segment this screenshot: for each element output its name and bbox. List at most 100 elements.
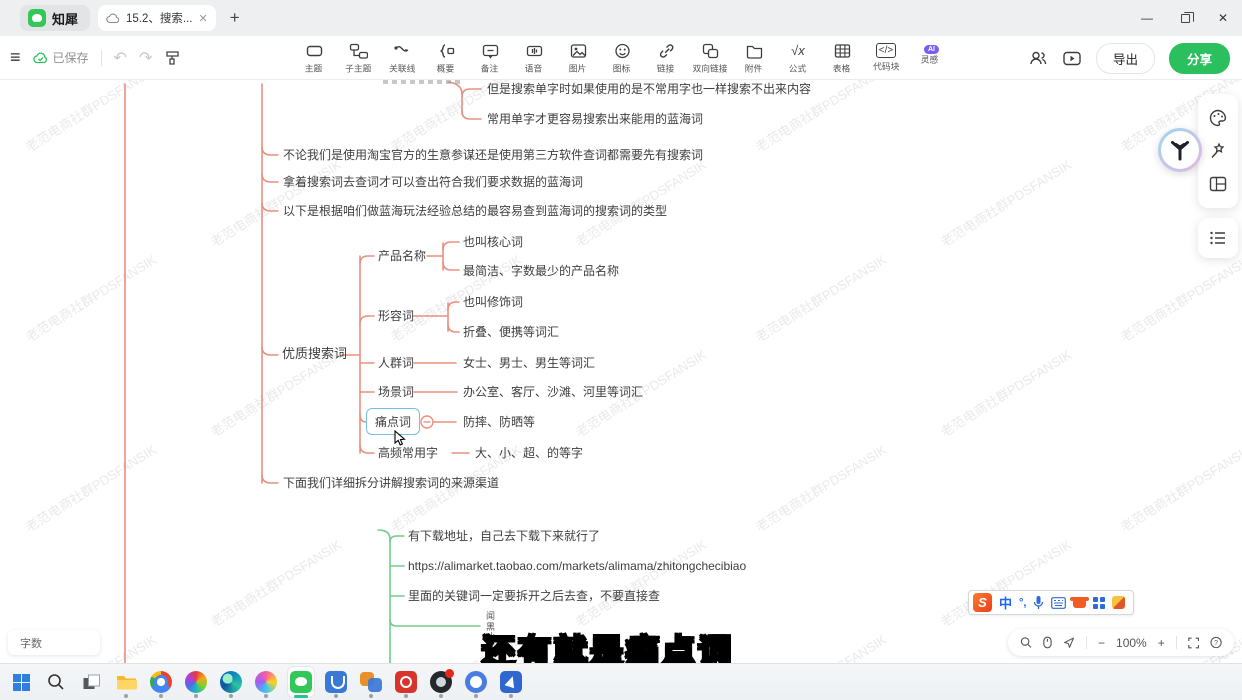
ime-punctuation[interactable]: °,	[1019, 597, 1026, 609]
window-minimize-button[interactable]: —	[1128, 0, 1166, 36]
mouse-mode-icon[interactable]	[1043, 635, 1052, 650]
locate-center-icon[interactable]	[1063, 635, 1075, 650]
style-panel	[1198, 94, 1238, 208]
taskbar-start-button[interactable]	[8, 667, 34, 697]
mindmap-node[interactable]: 但是搜索单字时如果使用的是不常用字也一样搜索不出来内容	[487, 81, 811, 97]
ime-mode-chinese[interactable]: 中	[999, 593, 1012, 612]
taskbar-obs[interactable]	[428, 667, 454, 697]
tool-subtopic[interactable]: 子主题	[336, 36, 380, 80]
tool-voice[interactable]: 语音	[512, 36, 556, 80]
mindmap-node[interactable]: 不论我们是使用淘宝官方的生意参谋还是使用第三方软件查词都需要先有搜索词	[283, 147, 703, 163]
tool-table[interactable]: 表格	[820, 36, 864, 80]
tool-bidirectional-link[interactable]: 双向链接	[688, 36, 732, 80]
collaborators-icon[interactable]	[1028, 49, 1048, 67]
tab-close-icon[interactable]: ✕	[198, 12, 207, 25]
outline-panel	[1198, 218, 1238, 258]
mindmap-node[interactable]: 也叫核心词	[463, 234, 523, 250]
outline-list-icon[interactable]	[1208, 229, 1228, 247]
mindmap-node[interactable]: 拿着搜索词去查词才可以查出符合我们要求数据的蓝海词	[283, 174, 583, 190]
tool-sticker[interactable]: 图标	[600, 36, 644, 80]
ime-mic-icon[interactable]	[1033, 595, 1044, 610]
collapse-toggle[interactable]	[421, 416, 433, 428]
zoom-in-button[interactable]: +	[1158, 636, 1165, 650]
taskbar-colorful-app[interactable]	[253, 667, 279, 697]
mindmap-node[interactable]: 办公室、客厅、沙滩、河里等词汇	[463, 384, 643, 400]
tool-formula[interactable]: √x 公式	[776, 36, 820, 80]
ai-assistant-fab[interactable]	[1158, 128, 1202, 172]
mindmap-node-url[interactable]: https://alimarket.taobao.com/markets/ali…	[408, 558, 746, 574]
taskbar-file-explorer[interactable]	[113, 667, 139, 697]
taskbar-chrome[interactable]	[148, 667, 174, 697]
titlebar: 知犀 15.2、搜索... ✕ + — ✕	[0, 0, 1242, 36]
help-icon[interactable]: ?	[1210, 635, 1222, 650]
search-icon	[47, 673, 65, 691]
structure-layout-icon[interactable]	[1208, 174, 1228, 194]
mindmap-node[interactable]: 有下载地址，自己去下载下来就行了	[408, 528, 600, 544]
tool-topic[interactable]: 主题	[292, 36, 336, 80]
mindmap-node[interactable]: 大、小、超、的等字	[475, 445, 583, 461]
ime-toolbox-icon[interactable]	[1093, 597, 1105, 609]
sogou-logo-icon[interactable]: S	[973, 593, 992, 612]
magic-wand-icon[interactable]	[1208, 141, 1228, 161]
share-button[interactable]: 分享	[1169, 43, 1230, 74]
mindmap-node[interactable]: 人群词	[378, 355, 414, 371]
mindmap-node[interactable]: 下面我们详细拆分讲解搜索词的来源渠道	[283, 475, 499, 491]
taskbar-red-ring-app[interactable]	[393, 667, 419, 697]
window-close-button[interactable]: ✕	[1204, 0, 1242, 36]
ime-skin-icon[interactable]	[1073, 597, 1086, 608]
taskbar-blue-plane-app[interactable]	[498, 667, 524, 697]
tool-link[interactable]: 链接	[644, 36, 688, 80]
ime-toolbar[interactable]: S 中 °,	[968, 590, 1134, 615]
clipped-parent-node[interactable]	[383, 80, 461, 84]
windows-logo-icon	[12, 673, 31, 692]
folder-icon	[116, 673, 137, 691]
taskbar-zhixi-active[interactable]	[288, 667, 314, 697]
taskbar-edge[interactable]	[218, 667, 244, 697]
tool-code-block[interactable]: </> 代码块	[864, 36, 908, 80]
export-button[interactable]: 导出	[1096, 43, 1155, 74]
ime-keyboard-icon[interactable]	[1051, 597, 1066, 609]
video-tutorial-icon[interactable]	[1062, 50, 1082, 67]
tool-image[interactable]: 图片	[556, 36, 600, 80]
tool-summary[interactable]: 概要	[424, 36, 468, 80]
theme-palette-icon[interactable]	[1208, 108, 1228, 128]
mindmap-node-quality-keywords[interactable]: 优质搜索词	[282, 346, 347, 362]
new-tab-button[interactable]: +	[230, 8, 240, 28]
mindmap-canvas[interactable]: 老范电商社群PDSFANSIK老范电商社群PDSFANSIK老范电商社群PDSF…	[0, 80, 1242, 663]
bidirectional-link-icon	[701, 42, 720, 60]
redo-icon[interactable]: ↷	[139, 48, 152, 68]
ime-emoji-icon[interactable]	[1112, 596, 1125, 609]
mindmap-node[interactable]: 女士、男士、男生等词汇	[463, 355, 595, 371]
mindmap-node[interactable]: 形容词	[378, 308, 414, 324]
mindmap-node[interactable]: 最简洁、字数最少的产品名称	[463, 263, 619, 279]
mindmap-node[interactable]: 场景词	[378, 384, 414, 400]
tool-attachment[interactable]: 附件	[732, 36, 776, 80]
window-restore-button[interactable]	[1166, 0, 1204, 36]
mindmap-node[interactable]: 防摔、防晒等	[463, 414, 535, 430]
taskbar-qianniu[interactable]	[323, 667, 349, 697]
mindmap-node[interactable]: 里面的关键词一定要拆开之后去查，不要直接查	[408, 588, 660, 604]
taskbar-dual-squares-app[interactable]	[358, 667, 384, 697]
app-home-button[interactable]: 知犀	[20, 5, 90, 31]
taskbar-task-view-button[interactable]	[78, 667, 104, 697]
mindmap-node[interactable]: 常用单字才更容易搜索出来能用的蓝海词	[487, 111, 703, 127]
tool-ai-inspiration[interactable]: AI 灵感	[908, 36, 952, 80]
mindmap-node-pain-point-selected[interactable]: 痛点词	[366, 408, 420, 435]
taskbar-browser-swirl[interactable]	[183, 667, 209, 697]
format-painter-icon[interactable]	[164, 49, 181, 66]
menu-icon[interactable]: ≡	[10, 47, 21, 68]
tool-relation-line[interactable]: 关联线	[380, 36, 424, 80]
mindmap-node[interactable]: 以下是根据咱们做蓝海玩法经验总结的最容易查到蓝海词的搜索词的类型	[283, 203, 667, 219]
undo-icon[interactable]: ↶	[114, 48, 127, 68]
mindmap-node[interactable]: 产品名称	[378, 248, 426, 264]
taskbar-search-button[interactable]	[43, 667, 69, 697]
fullscreen-icon[interactable]	[1188, 636, 1199, 650]
mindmap-node[interactable]: 高频常用字	[378, 445, 438, 461]
taskbar-blue-ring-app[interactable]	[463, 667, 489, 697]
search-icon[interactable]	[1020, 635, 1032, 650]
zoom-out-button[interactable]: −	[1098, 636, 1105, 650]
tool-note[interactable]: 备注	[468, 36, 512, 80]
mindmap-node[interactable]: 折叠、便携等词汇	[463, 324, 559, 340]
mindmap-node[interactable]: 也叫修饰词	[463, 294, 523, 310]
document-tab[interactable]: 15.2、搜索... ✕	[98, 5, 216, 31]
